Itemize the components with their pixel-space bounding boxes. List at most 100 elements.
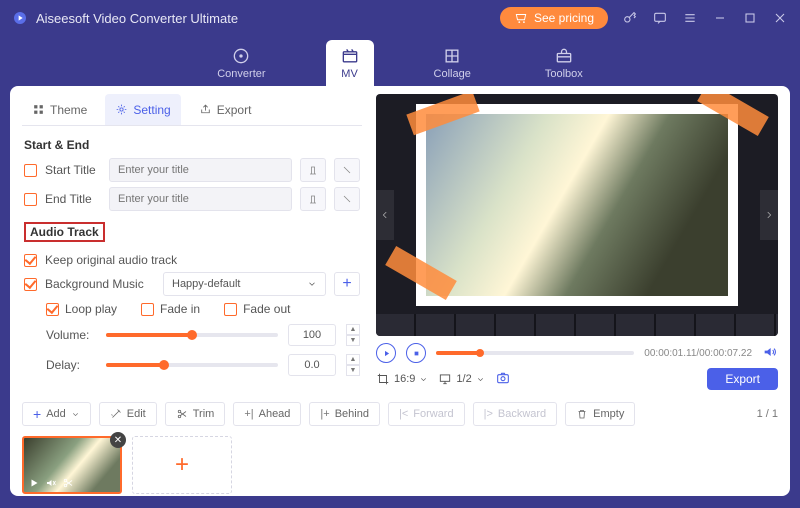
start-title-label: Start Title xyxy=(45,163,101,177)
add-button[interactable]: +Add xyxy=(22,402,91,426)
export-icon xyxy=(199,103,212,116)
volume-down[interactable]: ▼ xyxy=(346,335,360,346)
preview-frame xyxy=(416,104,738,306)
grid-icon xyxy=(32,103,45,116)
preview-area xyxy=(376,94,778,336)
app-title: Aiseesoft Video Converter Ultimate xyxy=(36,11,238,26)
behind-button[interactable]: |+Behind xyxy=(309,402,380,426)
minimize-icon[interactable] xyxy=(712,10,728,26)
see-pricing-label: See pricing xyxy=(534,11,594,25)
export-button[interactable]: Export xyxy=(707,368,778,390)
clip-thumbnail[interactable]: ✕ xyxy=(22,436,122,494)
loop-checkbox[interactable] xyxy=(46,303,59,316)
volume-up[interactable]: ▲ xyxy=(346,324,360,335)
end-title-font-button[interactable] xyxy=(300,187,326,211)
start-title-input[interactable] xyxy=(109,158,292,182)
delay-value[interactable]: 0.0 xyxy=(288,354,336,376)
volume-value[interactable]: 100 xyxy=(288,324,336,346)
nav-toolbox-label: Toolbox xyxy=(545,68,583,80)
gear-icon xyxy=(115,103,128,116)
zoom-select[interactable]: 1/2 xyxy=(438,372,484,386)
ahead-button[interactable]: +|Ahead xyxy=(233,402,301,426)
maximize-icon[interactable] xyxy=(742,10,758,26)
chevron-down-icon xyxy=(307,279,317,289)
screen-icon xyxy=(438,372,452,386)
progress-slider[interactable] xyxy=(436,351,634,355)
volume-label: Volume: xyxy=(46,328,96,342)
fade-in-label: Fade in xyxy=(160,302,200,316)
page-indicator: 1 / 1 xyxy=(757,408,778,420)
tab-export-label: Export xyxy=(217,103,252,117)
bg-music-checkbox[interactable] xyxy=(24,278,37,291)
close-icon[interactable] xyxy=(772,10,788,26)
fade-in-checkbox[interactable] xyxy=(141,303,154,316)
chevron-down-icon xyxy=(71,410,80,419)
toolbox-icon xyxy=(554,46,574,66)
end-title-input[interactable] xyxy=(109,187,292,211)
stop-button[interactable] xyxy=(406,343,426,363)
nav-mv[interactable]: MV xyxy=(326,40,374,86)
trash-icon xyxy=(576,408,588,420)
section-start-end: Start & End xyxy=(24,138,360,152)
tab-setting[interactable]: Setting xyxy=(105,94,180,125)
add-clip-button[interactable]: + xyxy=(132,436,232,494)
start-title-font-button[interactable] xyxy=(300,158,326,182)
time-display: 00:00:01.11/00:00:07.22 xyxy=(644,348,752,359)
app-logo-icon xyxy=(12,10,28,26)
edit-button[interactable]: Edit xyxy=(99,402,157,426)
nav-mv-label: MV xyxy=(341,68,358,80)
empty-button[interactable]: Empty xyxy=(565,402,635,426)
clip-remove-button[interactable]: ✕ xyxy=(110,432,126,448)
delay-slider[interactable] xyxy=(106,363,278,367)
play-icon[interactable] xyxy=(28,477,40,489)
tab-theme[interactable]: Theme xyxy=(22,94,97,125)
chevron-down-icon xyxy=(419,375,428,384)
bg-music-select[interactable]: Happy-default xyxy=(163,272,326,296)
fade-out-checkbox[interactable] xyxy=(224,303,237,316)
backward-button[interactable]: |>Backward xyxy=(473,402,558,426)
play-button[interactable] xyxy=(376,343,396,363)
end-title-checkbox[interactable] xyxy=(24,193,37,206)
menu-icon[interactable] xyxy=(682,10,698,26)
tab-setting-label: Setting xyxy=(133,103,170,117)
trim-button[interactable]: Trim xyxy=(165,402,226,426)
converter-icon xyxy=(231,46,251,66)
chevron-down-icon xyxy=(476,375,485,384)
aspect-ratio-select[interactable]: 16:9 xyxy=(376,372,428,386)
nav-converter[interactable]: Converter xyxy=(203,40,279,86)
mv-icon xyxy=(340,46,360,66)
bg-music-label: Background Music xyxy=(45,277,155,291)
add-music-button[interactable]: + xyxy=(334,272,360,296)
end-title-label: End Title xyxy=(45,192,101,206)
keep-original-checkbox[interactable] xyxy=(24,254,37,267)
nav-collage[interactable]: Collage xyxy=(420,40,485,86)
preview-next-button[interactable] xyxy=(760,190,778,240)
loop-label: Loop play xyxy=(65,302,117,316)
bg-music-select-value: Happy-default xyxy=(172,278,241,290)
snapshot-button[interactable] xyxy=(495,370,511,389)
mute-icon[interactable] xyxy=(45,477,57,489)
preview-prev-button[interactable] xyxy=(376,190,394,240)
delay-label: Delay: xyxy=(46,358,96,372)
see-pricing-button[interactable]: See pricing xyxy=(500,7,608,29)
feedback-icon[interactable] xyxy=(652,10,668,26)
volume-slider[interactable] xyxy=(106,333,278,337)
start-title-clear-button[interactable] xyxy=(334,158,360,182)
tab-export[interactable]: Export xyxy=(189,94,262,125)
keep-original-label: Keep original audio track xyxy=(45,253,177,267)
delay-down[interactable]: ▼ xyxy=(346,365,360,376)
start-title-checkbox[interactable] xyxy=(24,164,37,177)
nav-toolbox[interactable]: Toolbox xyxy=(531,40,597,86)
cart-icon xyxy=(514,11,528,25)
preview-photo xyxy=(426,114,728,296)
scissors-icon xyxy=(176,408,188,420)
scissors-icon[interactable] xyxy=(62,477,74,489)
delay-up[interactable]: ▲ xyxy=(346,354,360,365)
key-icon[interactable] xyxy=(622,10,638,26)
forward-button[interactable]: |<Forward xyxy=(388,402,465,426)
volume-icon[interactable] xyxy=(762,344,778,363)
section-audio-track: Audio Track xyxy=(24,222,105,242)
crop-icon xyxy=(376,372,390,386)
end-title-clear-button[interactable] xyxy=(334,187,360,211)
collage-icon xyxy=(442,46,462,66)
